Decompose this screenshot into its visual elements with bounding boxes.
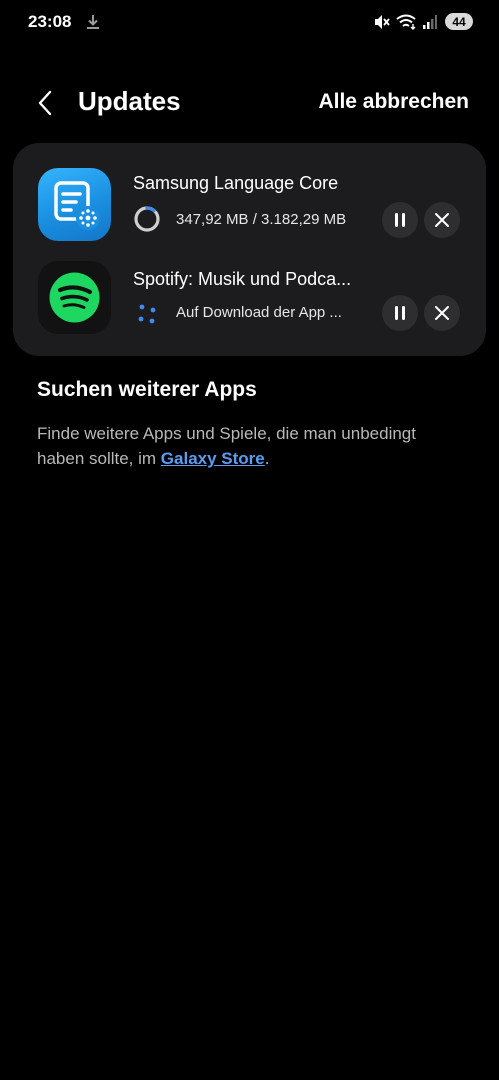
- download-icon: [86, 14, 100, 30]
- app-name: Samsung Language Core: [133, 173, 339, 193]
- close-icon: [435, 306, 449, 320]
- update-row-spotify[interactable]: Spotify: Musik und Podca... Auf Download…: [13, 253, 486, 343]
- status-time: 23:08: [28, 12, 72, 31]
- status-bar: 23:08 44: [0, 0, 499, 46]
- pause-button[interactable]: [382, 202, 418, 238]
- page-title: Updates: [78, 86, 181, 116]
- cancel-download-button[interactable]: [424, 202, 460, 238]
- description-text-end: .: [264, 449, 270, 468]
- download-size-text: 347,92 MB / 3.182,29 MB: [176, 211, 347, 228]
- pause-button[interactable]: [382, 295, 418, 331]
- back-button[interactable]: [28, 86, 62, 120]
- app-bar: Updates Alle abbrechen: [0, 74, 499, 130]
- galaxy-store-link[interactable]: Galaxy Store: [161, 449, 265, 468]
- status-icons: 44: [373, 13, 473, 30]
- download-status-text: Auf Download der App ...: [176, 304, 342, 321]
- pause-icon: [395, 213, 405, 227]
- battery-icon: 44: [445, 13, 473, 30]
- samsung-language-core-icon: [38, 168, 111, 241]
- mute-icon: [373, 14, 391, 30]
- section-title: Suchen weiterer Apps: [37, 378, 257, 401]
- updates-card: Samsung Language Core 347,92 MB / 3.182,…: [13, 143, 486, 356]
- cancel-download-button[interactable]: [424, 295, 460, 331]
- close-icon: [435, 213, 449, 227]
- cancel-all-button[interactable]: Alle abbrechen: [318, 90, 469, 114]
- app-name: Spotify: Musik und Podca...: [133, 269, 352, 289]
- spotify-icon: [38, 261, 111, 334]
- chevron-left-icon: [38, 90, 52, 116]
- waiting-indicator-icon: [133, 299, 161, 327]
- download-progress-ring: [133, 205, 161, 233]
- update-row-samsung-language-core[interactable]: Samsung Language Core 347,92 MB / 3.182,…: [13, 157, 486, 247]
- pause-icon: [395, 306, 405, 320]
- wifi-icon: [396, 14, 418, 30]
- signal-icon: [423, 14, 437, 29]
- section-description: Finde weitere Apps und Spiele, die man u…: [37, 421, 467, 471]
